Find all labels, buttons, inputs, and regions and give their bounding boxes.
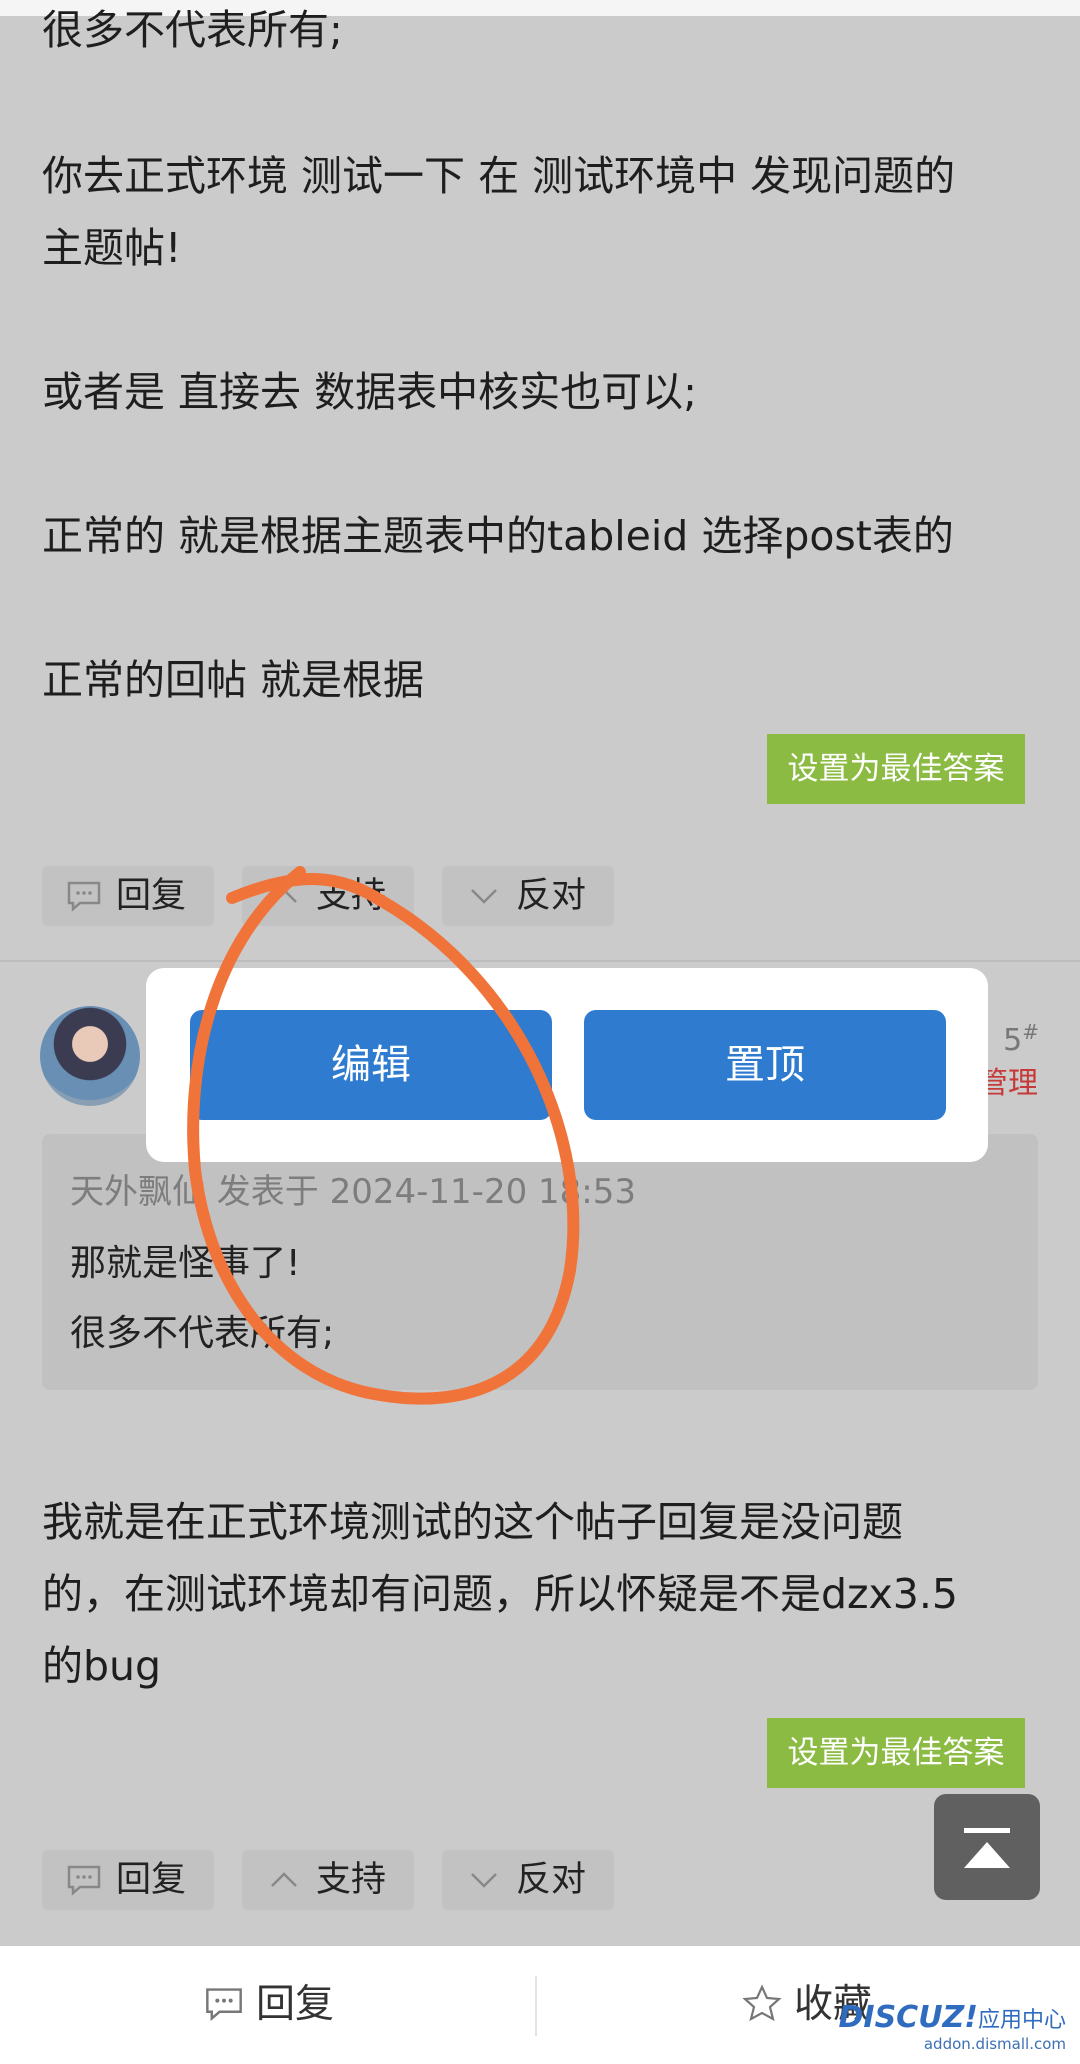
post-divider: [0, 960, 1080, 962]
post-line: 你去正式环境 测试一下 在 测试环境中 发现问题的: [42, 152, 956, 200]
support-button[interactable]: 支持: [242, 1850, 414, 1910]
pin-button[interactable]: 置顶: [584, 1010, 946, 1120]
comment-icon: [67, 1865, 101, 1896]
reply-label: 回复: [116, 876, 187, 916]
back-to-top-button[interactable]: [934, 1794, 1040, 1900]
quote-line: 很多不代表所有;: [70, 1313, 335, 1354]
reply-button[interactable]: 回复: [42, 1850, 214, 1910]
quote-line: 那就是怪事了!: [70, 1243, 301, 1284]
post-action-popup: 编辑 置顶: [146, 968, 988, 1162]
support-label: 支持: [316, 876, 387, 916]
quote-block: 天外飘仙 发表于 2024-11-20 18:53 那就是怪事了! 很多不代表所…: [42, 1134, 1038, 1390]
comment-icon: [67, 881, 101, 912]
comment-icon: [206, 1988, 242, 2022]
set-best-answer-button[interactable]: 设置为最佳答案: [767, 1718, 1025, 1788]
star-icon: [742, 1984, 782, 2022]
arrow-up-to-top-icon: [964, 1828, 1010, 1868]
avatar[interactable]: [40, 1006, 140, 1106]
oppose-button[interactable]: 反对: [442, 866, 614, 926]
post-line: 正常的回帖 就是根据: [42, 656, 425, 704]
floor-mark: #: [1022, 1020, 1039, 1044]
bottom-reply-label: 回复: [256, 1982, 335, 2027]
post-line: 正常的 就是根据主题表中的tableid 选择post表的: [42, 512, 954, 560]
watermark-brand: DISCUZ!: [838, 2000, 978, 2035]
watermark: DISCUZ!应用中心 addon.dismall.com: [839, 2000, 1067, 2053]
post-line: 主题帖!: [42, 224, 182, 272]
floor-value: 5: [1003, 1023, 1023, 1058]
chevron-up-icon: [271, 888, 297, 903]
quote-meta: 天外飘仙 发表于 2024-11-20 18:53: [70, 1172, 636, 1212]
edit-button[interactable]: 编辑: [190, 1010, 552, 1120]
set-best-answer-button[interactable]: 设置为最佳答案: [767, 734, 1025, 804]
watermark-url: addon.dismall.com: [923, 2035, 1066, 2053]
thread-page: 很多不代表所有; 你去正式环境 测试一下 在 测试环境中 发现问题的 主题帖! …: [0, 0, 1080, 2064]
watermark-brand-suffix: 应用中心: [977, 2008, 1066, 2033]
post-line: 很多不代表所有;: [42, 6, 343, 54]
post-line: 我就是在正式环境测试的这个帖子回复是没问题: [42, 1498, 903, 1546]
support-label: 支持: [316, 1860, 387, 1900]
support-button[interactable]: 支持: [242, 866, 414, 926]
reply-button[interactable]: 回复: [42, 866, 214, 926]
bottom-bar-separator: [535, 1976, 537, 2036]
oppose-button[interactable]: 反对: [442, 1850, 614, 1910]
chevron-down-icon: [471, 1873, 497, 1888]
oppose-label: 反对: [516, 1860, 587, 1900]
post-line: 的，在测试环境却有问题，所以怀疑是不是dzx3.5: [42, 1570, 959, 1618]
chevron-down-icon: [471, 889, 497, 904]
chevron-up-icon: [271, 1872, 297, 1887]
post-line: 的bug: [42, 1642, 162, 1690]
floor-number: 5#: [1003, 1020, 1039, 1058]
post-line: 或者是 直接去 数据表中核实也可以;: [42, 368, 697, 416]
reply-label: 回复: [116, 1860, 187, 1900]
oppose-label: 反对: [516, 876, 587, 916]
